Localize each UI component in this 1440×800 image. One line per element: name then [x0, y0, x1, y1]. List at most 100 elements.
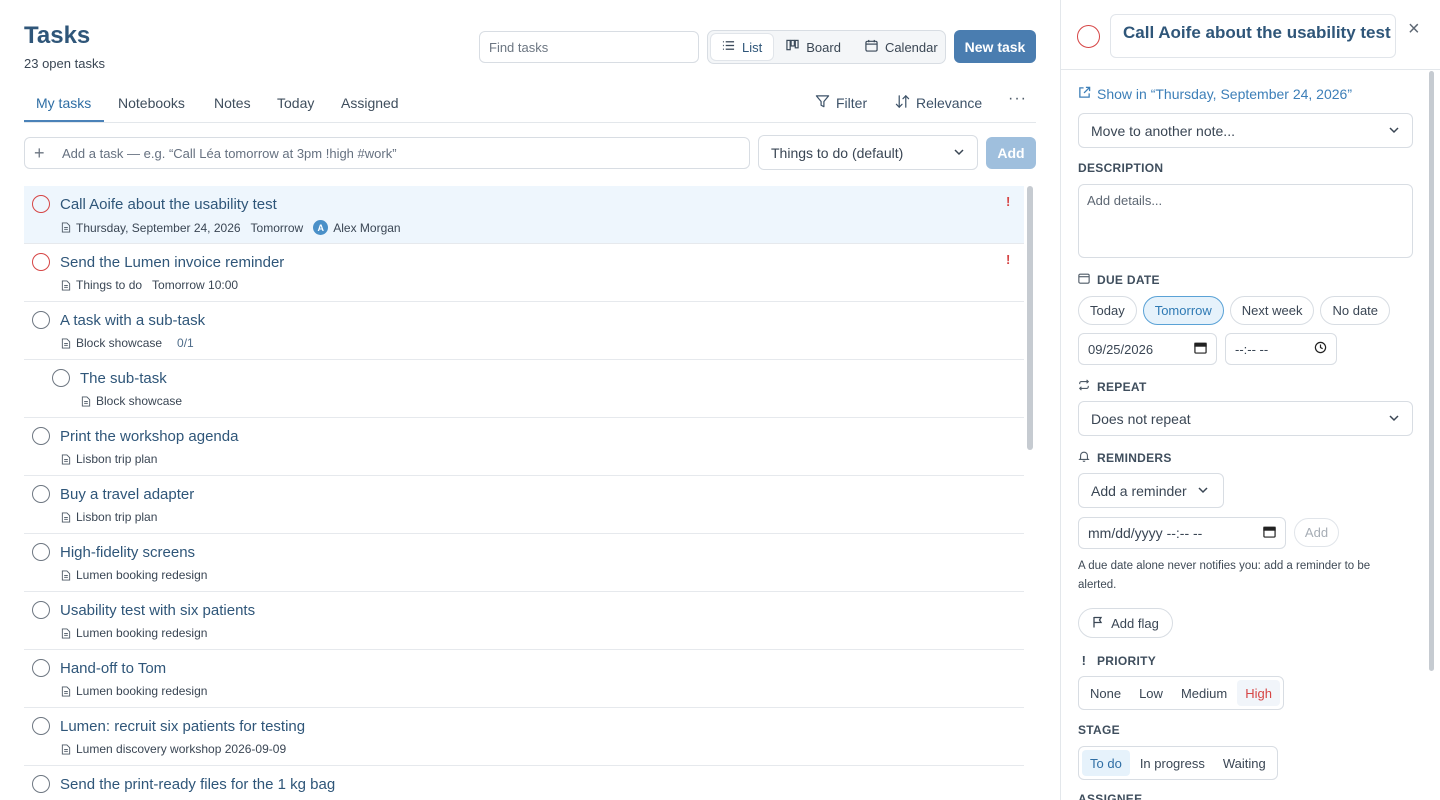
reminder-datetime-input[interactable]: mm/dd/yyyy --:-- --	[1078, 517, 1286, 549]
quick-add-input[interactable]	[62, 145, 712, 161]
complete-checkbox[interactable]	[32, 717, 50, 735]
external-link-icon	[1078, 86, 1091, 102]
task-assignee: Alex Morgan	[333, 220, 401, 235]
priority-high[interactable]: High	[1237, 680, 1280, 706]
repeat-label: REPEAT	[1078, 379, 1147, 394]
task-row[interactable]: High-fidelity screens Lumen booking rede…	[24, 534, 1024, 592]
task-row[interactable]: Hand-off to Tom Lumen booking redesign	[24, 650, 1024, 708]
tasks-main: Tasks 23 open tasks List Board Calendar …	[0, 0, 1060, 800]
task-note: Thursday, September 24, 2026	[76, 220, 241, 235]
task-name: Usability test with six patients	[60, 602, 256, 619]
task-due: Tomorrow	[250, 220, 304, 235]
view-calendar-button[interactable]: Calendar	[854, 34, 949, 60]
complete-checkbox[interactable]	[32, 485, 50, 503]
task-list-scrollbar[interactable]	[1027, 186, 1033, 450]
complete-checkbox[interactable]	[1077, 25, 1100, 48]
complete-checkbox[interactable]	[32, 195, 50, 213]
task-note: Lisbon trip plan	[76, 510, 158, 524]
task-row[interactable]: Send the Lumen invoice reminder Things t…	[24, 244, 1024, 302]
task-name: Print the workshop agenda	[60, 428, 239, 445]
task-row[interactable]: Buy a travel adapter Lisbon trip plan	[24, 476, 1024, 534]
due-date-value: 09/25/2026	[1088, 341, 1154, 357]
repeat-icon	[1078, 379, 1090, 394]
add-flag-button[interactable]: Add flag	[1078, 608, 1173, 638]
task-row[interactable]: Call Aoife about the usability test Thur…	[24, 186, 1024, 244]
stage-selector: To do In progress Waiting	[1078, 746, 1278, 780]
task-name: Hand-off to Tom	[60, 660, 167, 677]
note-icon	[61, 511, 71, 523]
task-row[interactable]: Send the print-ready files for the 1 kg …	[24, 766, 1024, 800]
calendar-icon	[1078, 272, 1090, 287]
task-title-field[interactable]: Call Aoife about the usability test	[1110, 14, 1396, 58]
task-note: Lisbon trip plan	[76, 452, 158, 466]
priority-low[interactable]: Low	[1131, 680, 1171, 706]
task-row[interactable]: Lumen: recruit six patients for testing …	[24, 708, 1024, 766]
move-to-note-select[interactable]: Move to another note...	[1078, 113, 1413, 148]
complete-checkbox[interactable]	[32, 659, 50, 677]
view-list-button[interactable]: List	[711, 34, 774, 60]
view-board-label: Board	[806, 39, 841, 55]
add-reminder-select[interactable]: Add a reminder	[1078, 473, 1224, 508]
stage-label: STAGE	[1078, 723, 1120, 737]
task-note: Lumen booking redesign	[76, 626, 208, 640]
target-list-select[interactable]: Things to do (default)	[758, 135, 978, 170]
detail-scrollbar[interactable]	[1429, 71, 1434, 671]
task-name: The sub-task	[80, 370, 167, 387]
priority-none[interactable]: None	[1082, 680, 1129, 706]
reminders-label: REMINDERS	[1078, 450, 1172, 465]
complete-checkbox[interactable]	[32, 427, 50, 445]
due-tomorrow-chip[interactable]: Tomorrow	[1142, 296, 1224, 325]
task-row[interactable]: Print the workshop agenda Lisbon trip pl…	[24, 418, 1024, 476]
repeat-select[interactable]: Does not repeat	[1078, 401, 1413, 436]
note-icon	[61, 453, 71, 465]
complete-checkbox[interactable]	[32, 601, 50, 619]
due-time-input[interactable]: --:-- --	[1225, 333, 1337, 365]
description-field[interactable]	[1078, 184, 1413, 258]
task-row[interactable]: A task with a sub-task Block showcase 0/…	[24, 302, 1024, 360]
view-list-label: List	[742, 39, 763, 55]
stage-waiting[interactable]: Waiting	[1215, 750, 1274, 776]
task-list: Call Aoife about the usability test Thur…	[24, 186, 1024, 800]
target-list-value: Things to do (default)	[771, 144, 904, 161]
due-next-week-chip[interactable]: Next week	[1229, 296, 1315, 325]
add-reminder-button[interactable]: Add	[1294, 518, 1339, 547]
sort-button[interactable]: Relevance	[895, 94, 982, 112]
due-date-chips: Today Tomorrow Next week No date	[1078, 296, 1391, 325]
due-today-chip[interactable]: Today	[1078, 296, 1137, 325]
note-icon	[61, 569, 71, 581]
tab-notes[interactable]: Notes	[214, 95, 251, 111]
task-name: Call Aoife about the usability test	[60, 196, 277, 213]
close-icon[interactable]: ×	[1408, 18, 1420, 41]
quick-add-button[interactable]: Add	[986, 137, 1036, 169]
show-in-note-link[interactable]: Show in “Thursday, September 24, 2026”	[1078, 86, 1352, 102]
view-board-button[interactable]: Board	[775, 34, 852, 60]
complete-checkbox[interactable]	[32, 311, 50, 329]
complete-checkbox[interactable]	[32, 543, 50, 561]
note-icon	[81, 395, 91, 407]
complete-checkbox[interactable]	[52, 369, 70, 387]
due-date-input[interactable]: 09/25/2026	[1078, 333, 1217, 365]
stage-in-progress[interactable]: In progress	[1132, 750, 1213, 776]
filter-button[interactable]: Filter	[815, 94, 867, 112]
find-tasks-input[interactable]	[479, 31, 699, 63]
complete-checkbox[interactable]	[32, 253, 50, 271]
tab-assigned[interactable]: Assigned	[341, 95, 399, 111]
tab-today[interactable]: Today	[277, 95, 314, 111]
due-no-date-chip[interactable]: No date	[1320, 296, 1391, 325]
chevron-down-icon	[1388, 123, 1400, 139]
stage-to-do[interactable]: To do	[1082, 750, 1130, 776]
tab-notebooks[interactable]: Notebooks	[118, 95, 185, 111]
new-task-button[interactable]: New task	[954, 30, 1036, 63]
show-in-label: Show in “Thursday, September 24, 2026”	[1097, 86, 1352, 102]
plus-icon: +	[34, 142, 45, 163]
avatar: A	[313, 220, 329, 235]
task-meta: Lumen booking redesign	[61, 626, 207, 640]
subtask-row[interactable]: The sub-task Block showcase	[24, 360, 1024, 418]
more-options-button[interactable]: ···	[1008, 90, 1027, 108]
clock-icon	[1314, 341, 1327, 357]
tab-my-tasks[interactable]: My tasks	[36, 95, 91, 111]
priority-medium[interactable]: Medium	[1173, 680, 1235, 706]
calendar-icon	[865, 39, 878, 55]
complete-checkbox[interactable]	[32, 775, 50, 793]
task-row[interactable]: Usability test with six patients Lumen b…	[24, 592, 1024, 650]
